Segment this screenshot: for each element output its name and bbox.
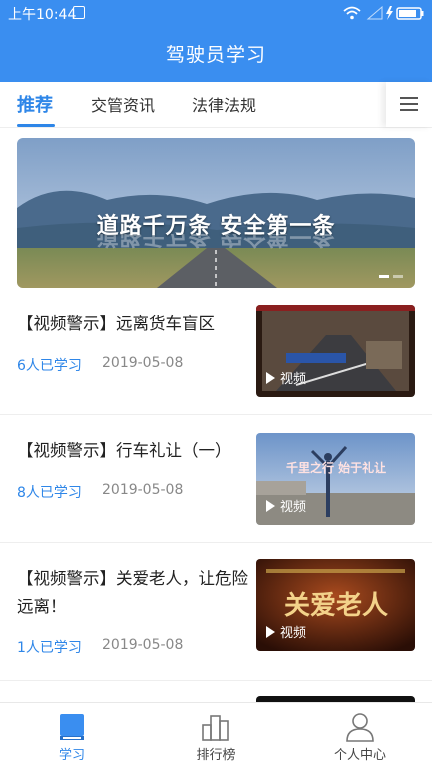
play-icon xyxy=(266,371,275,384)
signal-icon xyxy=(366,5,383,20)
nav-label: 个人中心 xyxy=(333,748,386,763)
status-time: 上午10:44 xyxy=(8,7,77,23)
video-label-text: 视频 xyxy=(280,372,307,387)
carousel-dot[interactable] xyxy=(379,275,389,278)
learner-count: 1人已学习 xyxy=(17,640,82,656)
video-caption: 千里之行 始于礼让 xyxy=(286,461,387,475)
tab-laws[interactable]: 法律法规 xyxy=(192,92,256,116)
title-bar: 驾驶员学习 xyxy=(0,26,432,82)
play-icon xyxy=(266,625,275,638)
page-title: 驾驶员学习 xyxy=(165,44,266,66)
article-title: 【视频警示】远离货车盲区 xyxy=(17,314,215,333)
article-date: 2019-05-08 xyxy=(102,355,184,371)
charging-icon xyxy=(386,6,393,20)
wifi-icon xyxy=(343,6,361,20)
person-icon xyxy=(346,713,374,742)
book-icon xyxy=(60,714,84,740)
video-thumbnail[interactable]: 关爱老人 视频 xyxy=(256,559,415,651)
nav-study[interactable]: 学习 xyxy=(0,703,144,768)
video-label-text: 视频 xyxy=(280,626,307,641)
banner-slogan-reflection: 道路千万条 安全第一条 xyxy=(96,234,336,248)
carousel-dot[interactable] xyxy=(393,275,403,278)
play-icon xyxy=(266,499,275,512)
video-label: 视频 xyxy=(266,496,306,515)
article-item[interactable]: 【视频警示】行车礼让（一） 8人已学习 2019-05-08 千里之行 始于礼让… xyxy=(0,415,432,543)
video-thumbnail[interactable]: 千里之行 始于礼让 视频 xyxy=(256,433,415,525)
video-label: 视频 xyxy=(266,368,306,387)
nav-profile[interactable]: 个人中心 xyxy=(288,703,432,768)
article-title: 【视频警示】关爱老人，让危险远离！ xyxy=(17,569,248,616)
status-bar: 上午10:44 xyxy=(0,0,432,26)
battery-icon xyxy=(396,7,424,20)
video-label: 视频 xyxy=(266,622,306,641)
tab-traffic-news[interactable]: 交管资讯 xyxy=(91,92,155,116)
nav-label: 排行榜 xyxy=(196,748,236,763)
learner-count: 8人已学习 xyxy=(17,485,82,501)
video-label-text: 视频 xyxy=(280,500,307,515)
tab-bar: 推荐 交管资讯 法律法规 xyxy=(0,82,432,128)
learner-count: 6人已学习 xyxy=(17,358,82,374)
tab-recommend[interactable]: 推荐 xyxy=(17,91,53,117)
active-tab-indicator xyxy=(17,124,55,127)
ranking-icon xyxy=(202,715,229,741)
status-icons xyxy=(343,5,424,20)
menu-icon[interactable] xyxy=(386,82,432,127)
nav-ranking[interactable]: 排行榜 xyxy=(144,703,288,768)
article-date: 2019-05-08 xyxy=(102,482,184,498)
nav-label: 学习 xyxy=(58,748,85,763)
article-title: 【视频警示】行车礼让（一） xyxy=(17,441,232,460)
banner-carousel[interactable]: 道路千万条 安全第一条 道路千万条 安全第一条 xyxy=(17,138,415,288)
article-date: 2019-05-08 xyxy=(102,637,184,653)
video-thumbnail[interactable]: 视频 xyxy=(256,305,415,397)
article-item[interactable]: 【视频警示】关爱老人，让危险远离！ 1人已学习 2019-05-08 关爱老人 … xyxy=(0,543,432,681)
article-item[interactable]: 【视频警示】远离货车盲区 6人已学习 2019-05-08 视频 xyxy=(0,290,432,415)
video-caption: 关爱老人 xyxy=(284,591,389,621)
bottom-nav: 学习 排行榜 个人中心 xyxy=(0,702,432,768)
sim-icon xyxy=(73,6,85,19)
